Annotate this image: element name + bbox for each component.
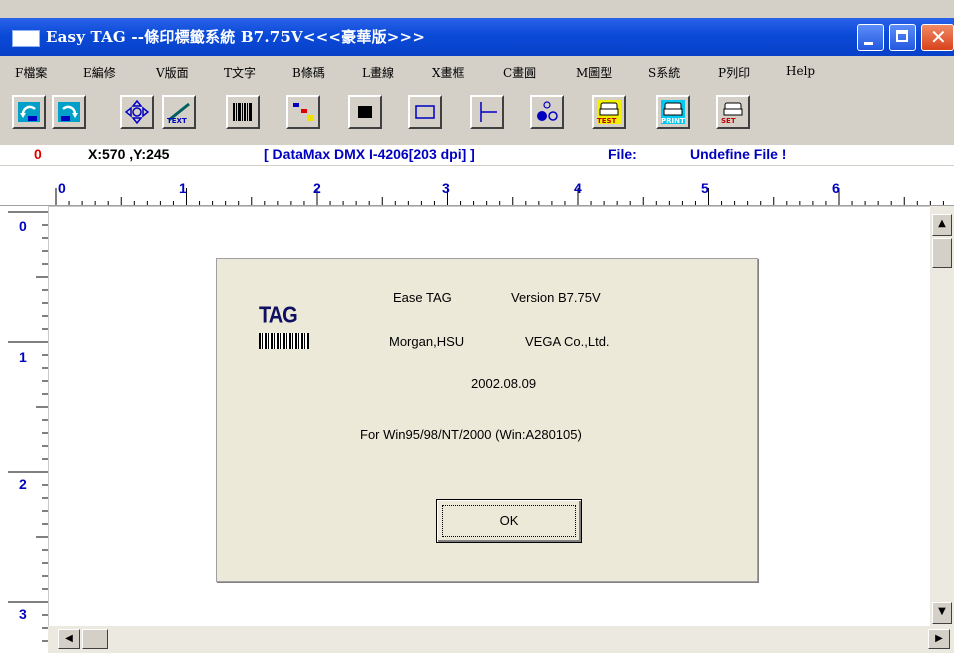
file-label: File: (608, 146, 637, 162)
menu-system[interactable]: S系統 (648, 64, 680, 81)
text-tool-button[interactable]: TEXT (162, 95, 196, 129)
rotate-left-icon (18, 102, 40, 122)
move-button[interactable] (120, 95, 154, 129)
ruler-h-2: 2 (313, 180, 321, 196)
toolbar: TEXT TEST PRINT SET (0, 88, 954, 144)
author-name: Morgan,HSU (389, 334, 465, 349)
filled-rect-icon (358, 106, 372, 118)
maximize-button[interactable] (889, 24, 916, 51)
scroll-right-button[interactable]: ▶ (928, 629, 950, 649)
vertical-scroll-thumb[interactable] (932, 238, 952, 268)
vertical-ruler-ticks (8, 211, 48, 642)
company-name: VEGA Co.,Ltd. (525, 334, 610, 349)
app-version: Version B7.75V (511, 290, 601, 305)
ruler-h-3: 3 (442, 180, 450, 196)
platform-info: For Win95/98/NT/2000 (Win:A280105) (360, 427, 582, 442)
scroll-down-icon: ▼ (938, 606, 946, 617)
about-dialog: TAG Ease TAG Version B7.75V Morgan,HSU V… (216, 258, 758, 582)
close-button[interactable]: ✕ (921, 24, 954, 51)
line-button[interactable] (470, 95, 504, 129)
tag-logo-barcode (259, 333, 309, 349)
scroll-right-icon: ▶ (935, 633, 943, 644)
print-test-button[interactable]: TEST (592, 95, 626, 129)
menu-line[interactable]: L畫線 (362, 64, 394, 81)
vertical-ruler: 0 1 2 3 (0, 206, 48, 653)
ruler-h-5: 5 (701, 180, 709, 196)
menu-box[interactable]: X畫框 (432, 64, 465, 81)
rect-button[interactable] (408, 95, 442, 129)
file-name: Undefine File ! (690, 146, 787, 162)
rotate-left-button[interactable] (12, 95, 46, 129)
ruler-h-0: 0 (58, 180, 66, 196)
ruler-v-2: 2 (19, 476, 27, 492)
menu-circle[interactable]: C畫圓 (503, 64, 536, 81)
scroll-up-button[interactable]: ▲ (932, 214, 952, 236)
ruler-v-1: 1 (19, 349, 27, 365)
circle-tool-button[interactable] (530, 95, 564, 129)
barcode-tool-button[interactable] (226, 95, 260, 129)
line-icon (480, 102, 497, 122)
release-date: 2002.08.09 (471, 376, 537, 391)
window-title: Easy TAG --條印標籤系統 B7.75V<<<豪華版>>> (46, 28, 426, 46)
rotate-right-icon (58, 102, 80, 122)
menu-graphic[interactable]: M圖型 (576, 64, 612, 81)
barcode-tool-icon (233, 103, 252, 121)
print-button[interactable]: PRINT (656, 95, 690, 129)
menu-text[interactable]: T文字 (224, 64, 256, 81)
cursor-coords: X:570 ,Y:245 (88, 146, 170, 162)
horizontal-ruler-ticks (0, 188, 954, 206)
horizontal-scrollbar[interactable]: ◀ ▶ (48, 626, 954, 653)
scroll-up-icon: ▲ (938, 218, 946, 229)
close-icon: ✕ (930, 25, 947, 49)
scroll-left-icon: ◀ (65, 633, 73, 644)
scroll-down-button[interactable]: ▼ (932, 602, 952, 624)
ruler-h-4: 4 (574, 180, 582, 196)
menu-help[interactable]: Help (786, 64, 815, 78)
text-tool-label: TEXT (167, 117, 187, 125)
menu-layout[interactable]: V版面 (156, 64, 189, 81)
ruler-h-1: 1 (179, 180, 187, 196)
filled-rect-button[interactable] (348, 95, 382, 129)
print-label: PRINT (661, 117, 685, 125)
status-line: 0 X:570 ,Y:245 [ DataMax DMX I-4206[203 … (0, 145, 954, 165)
move-icon (125, 100, 149, 124)
rect-icon (415, 105, 435, 119)
ruler-v-3: 3 (19, 606, 27, 622)
menu-edit[interactable]: E編修 (83, 64, 116, 81)
menu-print[interactable]: P列印 (718, 64, 750, 81)
title-bar[interactable]: Easy TAG --條印標籤系統 B7.75V<<<豪華版>>> ✕ (0, 18, 954, 56)
test-label: TEST (597, 117, 617, 125)
tag-logo-text: TAG (259, 303, 298, 329)
status-index: 0 (34, 146, 42, 162)
ok-button[interactable]: OK (436, 499, 582, 543)
menu-barcode[interactable]: B條碼 (292, 64, 325, 81)
tag-logo: TAG (257, 303, 315, 359)
printer-info: [ DataMax DMX I-4206[203 dpi] ] (264, 146, 475, 162)
ruler-v-0: 0 (19, 218, 27, 234)
set-label: SET (721, 117, 736, 125)
ruler-h-6: 6 (832, 180, 840, 196)
app-name: Ease TAG (393, 290, 452, 305)
vertical-scrollbar[interactable]: ▲ ▼ (930, 206, 954, 626)
printer-setup-button[interactable]: SET (716, 95, 750, 129)
app-icon (12, 30, 40, 47)
minimize-button[interactable] (857, 24, 884, 51)
horizontal-ruler: 0 1 2 3 4 5 6 (0, 166, 954, 206)
ok-button-label: OK (499, 513, 519, 528)
rotate-right-button[interactable] (52, 95, 86, 129)
menu-file[interactable]: F檔案 (15, 64, 47, 81)
circle-tool-icon (537, 101, 558, 121)
horizontal-scroll-thumb[interactable] (82, 629, 108, 649)
app-window: Easy TAG --條印標籤系統 B7.75V<<<豪華版>>> ✕ F檔案 … (0, 0, 954, 653)
menu-bar: F檔案 E編修 V版面 T文字 B條碼 L畫線 X畫框 C畫圓 M圖型 S系統 … (0, 56, 954, 86)
shape-tool-icon (293, 103, 313, 121)
shape-tool-button[interactable] (286, 95, 320, 129)
scroll-left-button[interactable]: ◀ (58, 629, 80, 649)
